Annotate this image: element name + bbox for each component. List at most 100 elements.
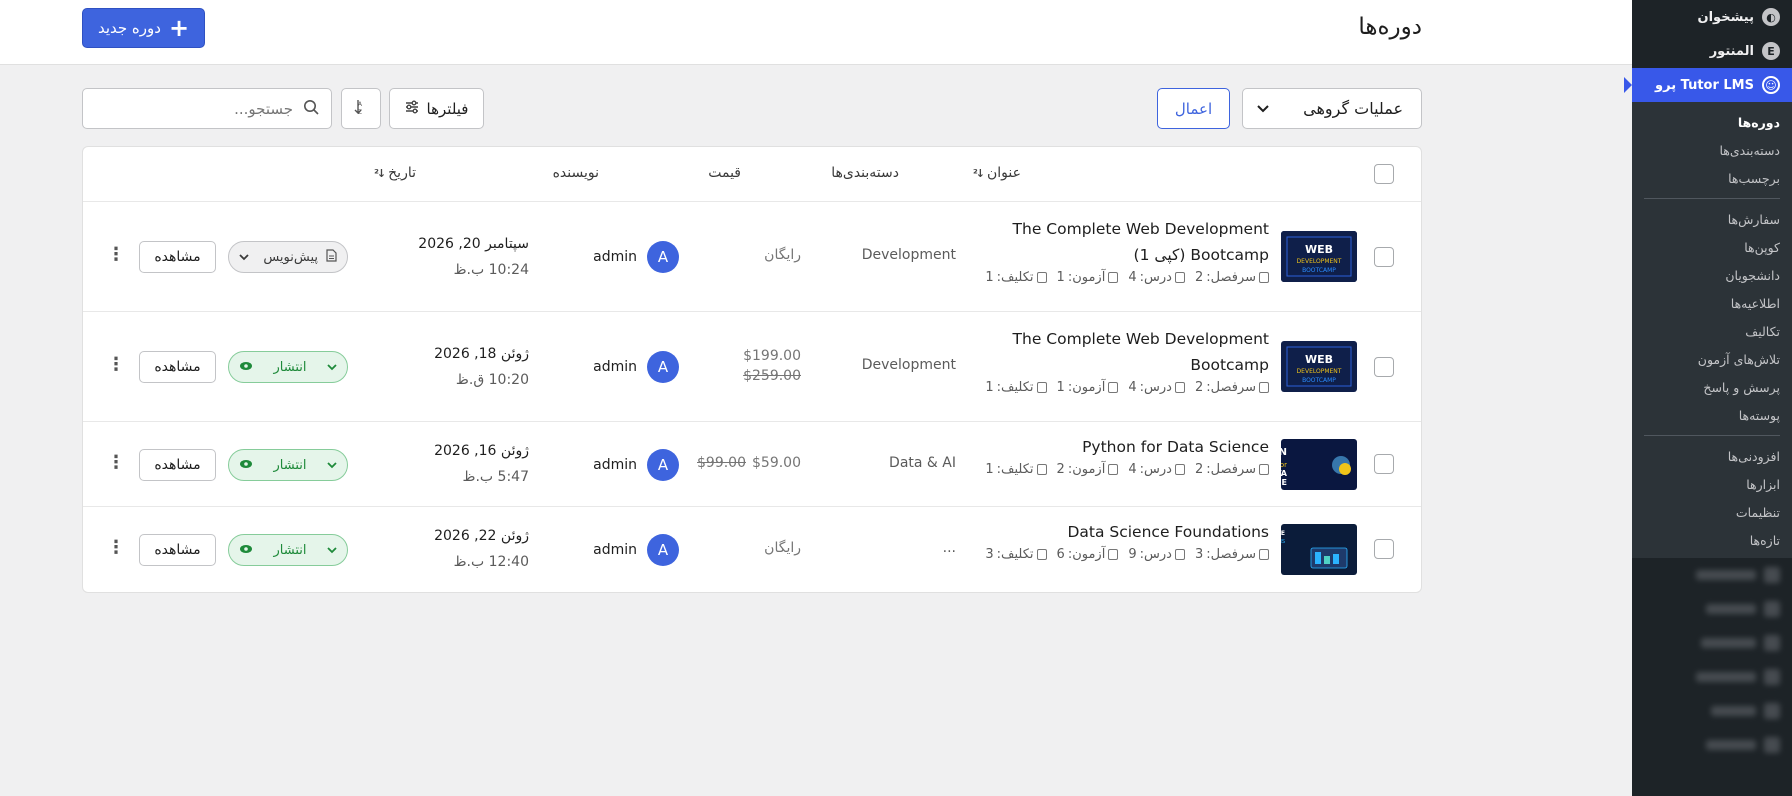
time-text: 10:20 ق.ظ xyxy=(455,372,529,388)
avatar: A xyxy=(647,534,679,566)
view-button[interactable]: مشاهده xyxy=(139,241,216,273)
select-all-checkbox[interactable] xyxy=(1374,164,1394,184)
chevron-down-icon xyxy=(327,360,337,375)
menu-tutor-label: Tutor LMS پرو xyxy=(1655,77,1754,93)
svg-text:A: A xyxy=(358,101,363,108)
course-title[interactable]: Data Science Foundations xyxy=(969,519,1269,545)
course-thumbnail[interactable]: PYTHON forDATASCIENCE xyxy=(1281,439,1357,490)
sidebar-item-settings[interactable]: تنظیمات xyxy=(1632,498,1792,526)
svg-text:SCIENCE: SCIENCE xyxy=(1281,478,1287,487)
column-price: قیمت xyxy=(708,165,741,181)
course-category: Development xyxy=(861,357,956,373)
lesson-count: 4 xyxy=(1128,462,1137,477)
course-thumbnail[interactable]: WEB DEVELOPMENT BOOTCAMP xyxy=(1281,341,1357,392)
view-button[interactable]: مشاهده xyxy=(139,351,216,383)
menu-tutor-lms[interactable]: ☺ Tutor LMS پرو xyxy=(1624,68,1792,102)
date-text: سپتامبر 20, 2026 xyxy=(418,236,529,252)
sidebar-item-orders[interactable]: سفارش‌ها xyxy=(1632,205,1792,233)
status-dropdown[interactable]: انتشار xyxy=(228,534,348,566)
row-checkbox[interactable] xyxy=(1374,454,1394,474)
price-old: $99.00 xyxy=(697,455,746,471)
filters-button[interactable]: فیلترها xyxy=(389,88,484,129)
course-author: A admin xyxy=(593,534,679,566)
course-title[interactable]: The Complete Web Development Bootcamp (ک… xyxy=(969,216,1269,268)
sidebar-item-qna[interactable]: پرسش و پاسخ xyxy=(1632,373,1792,401)
sidebar-item-tags[interactable]: برچسب‌ها xyxy=(1632,164,1792,192)
status-dropdown[interactable]: انتشار xyxy=(228,351,348,383)
sidebar-item-coupons[interactable]: کوپن‌ها xyxy=(1632,233,1792,261)
assignment-count: 1 xyxy=(985,270,994,285)
topic-label: سرفصل: xyxy=(1206,547,1256,562)
sliders-icon xyxy=(405,100,419,118)
course-date: ژوئن 16, 2026 5:47 ب.ظ xyxy=(434,438,529,490)
bulk-actions-select[interactable]: عملیات گروهی xyxy=(1242,88,1422,129)
status-dropdown[interactable]: پیش‌نویس xyxy=(228,241,348,273)
column-categories: دسته‌بندی‌ها xyxy=(831,165,899,181)
menu-elementor[interactable]: E المنتور xyxy=(1632,34,1792,68)
quiz-icon xyxy=(1108,464,1119,475)
lesson-count: 4 xyxy=(1128,270,1137,285)
table-row: DATA SCIENCE FOUNDATIONS Data Science Fou… xyxy=(83,507,1421,592)
course-thumbnail[interactable]: WEB DEVELOPMENT BOOTCAMP xyxy=(1281,231,1357,282)
chevron-down-icon xyxy=(327,543,337,558)
course-thumbnail[interactable]: DATA SCIENCE FOUNDATIONS xyxy=(1281,524,1357,575)
row-checkbox[interactable] xyxy=(1374,539,1394,559)
status-dropdown[interactable]: انتشار xyxy=(228,449,348,481)
sidebar-item-quiz-attempts[interactable]: تلاش‌های آزمون xyxy=(1632,345,1792,373)
menu-icon xyxy=(1764,737,1780,753)
plus-icon: + xyxy=(168,14,190,42)
assignment-label: تکلیف: xyxy=(996,270,1034,285)
search-placeholder: جستجو... xyxy=(234,99,293,118)
course-category: Data & AI xyxy=(889,455,956,471)
column-title[interactable]: عنوان ↓² xyxy=(973,165,1021,181)
blurred-menu-item xyxy=(1632,558,1792,592)
price-current: رایگان xyxy=(764,540,801,556)
status-label: انتشار xyxy=(273,359,307,375)
view-button[interactable]: مشاهده xyxy=(139,534,216,566)
more-options-icon[interactable]: ⋮ xyxy=(107,452,125,473)
more-options-icon[interactable]: ⋮ xyxy=(107,354,125,375)
dashboard-icon: ◐ xyxy=(1762,8,1780,26)
lesson-icon xyxy=(1174,272,1185,283)
lesson-label: درس: xyxy=(1139,270,1172,285)
table-row: WEB DEVELOPMENT BOOTCAMP The Complete Web … xyxy=(83,312,1421,422)
topic-count: 2 xyxy=(1194,380,1204,395)
avatar: A xyxy=(647,241,679,273)
assignment-label: تکلیف: xyxy=(996,547,1034,562)
course-price: $59.00 $99.00 xyxy=(697,455,801,471)
sort-order-button[interactable]: AZ xyxy=(341,88,381,129)
course-title-cell: The Complete Web Development Bootcamp (ک… xyxy=(969,216,1269,285)
sidebar-item-addons[interactable]: افزودنی‌ها xyxy=(1632,442,1792,470)
more-options-icon[interactable]: ⋮ xyxy=(107,244,125,265)
quiz-count: 2 xyxy=(1056,462,1065,477)
course-title[interactable]: The Complete Web Development Bootcamp xyxy=(969,326,1269,378)
course-meta: سرفصل: 2 درس: 4 آزمون: 1 تکلیف: 1 xyxy=(969,380,1269,395)
search-input[interactable]: جستجو... xyxy=(82,88,332,129)
sidebar-item-courses[interactable]: دوره‌ها xyxy=(1632,108,1792,136)
row-checkbox[interactable] xyxy=(1374,247,1394,267)
sidebar-item-categories[interactable]: دسته‌بندی‌ها xyxy=(1632,136,1792,164)
sidebar-item-whats-new[interactable]: تازه‌ها xyxy=(1632,526,1792,554)
time-text: 5:47 ب.ظ xyxy=(462,469,529,485)
topic-count: 2 xyxy=(1194,462,1204,477)
topic-icon xyxy=(1259,549,1269,560)
sidebar-item-students[interactable]: دانشجویان xyxy=(1632,261,1792,289)
column-date[interactable]: تاریخ ↓² xyxy=(374,165,416,181)
more-options-icon[interactable]: ⋮ xyxy=(107,537,125,558)
view-button[interactable]: مشاهده xyxy=(139,449,216,481)
date-text: ژوئن 22, 2026 xyxy=(434,528,529,544)
apply-button[interactable]: اعمال xyxy=(1157,88,1230,129)
quiz-label: آزمون: xyxy=(1067,380,1106,395)
sidebar-item-tools[interactable]: ابزارها xyxy=(1632,470,1792,498)
sidebar-item-announcements[interactable]: اطلاعیه‌ها xyxy=(1632,289,1792,317)
submenu-divider xyxy=(1644,198,1780,199)
lesson-count: 4 xyxy=(1128,380,1137,395)
sidebar-item-assignments[interactable]: تکالیف xyxy=(1632,317,1792,345)
sidebar-item-themes[interactable]: پوسته‌ها xyxy=(1632,401,1792,429)
new-course-button[interactable]: + دوره جدید xyxy=(82,8,205,48)
course-title[interactable]: Python for Data Science xyxy=(969,434,1269,460)
author-name: admin xyxy=(593,249,637,265)
time-text: 10:24 ب.ظ xyxy=(453,262,529,278)
menu-dashboard[interactable]: ◐ پیشخوان xyxy=(1632,0,1792,34)
row-checkbox[interactable] xyxy=(1374,357,1394,377)
